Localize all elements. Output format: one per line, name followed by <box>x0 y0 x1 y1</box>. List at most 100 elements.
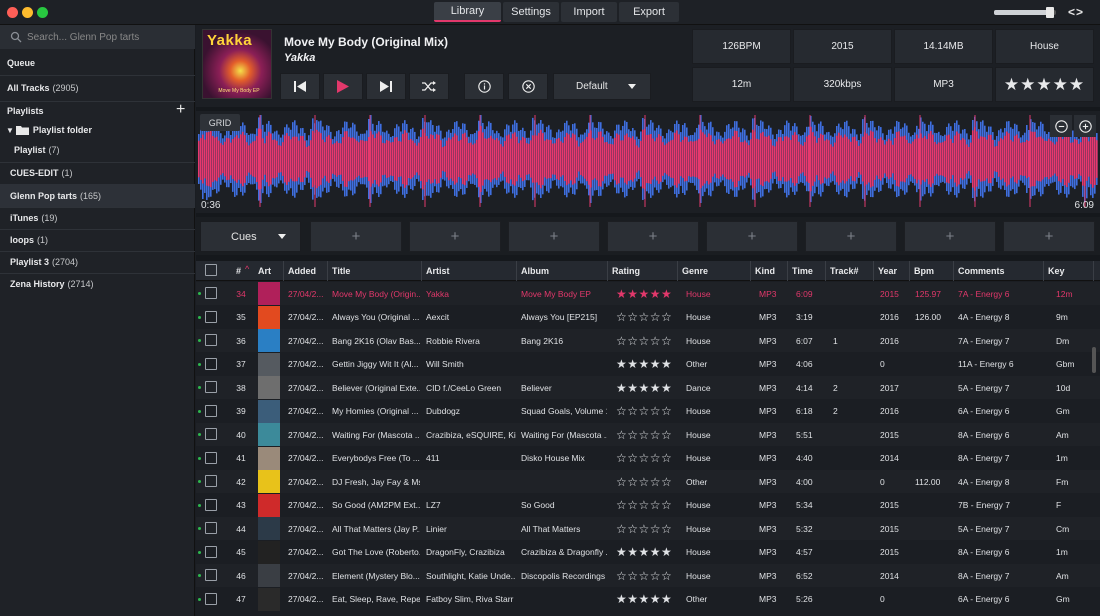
col-rating[interactable]: Rating <box>608 261 678 281</box>
zoom-in-button[interactable] <box>1074 115 1096 137</box>
col-title[interactable]: Title <box>328 261 422 281</box>
play-button[interactable] <box>323 73 363 100</box>
zoom-out-button[interactable] <box>1050 115 1072 137</box>
row-rating[interactable]: ☆☆☆☆☆ <box>616 447 678 470</box>
sidebar-folder[interactable]: ▼ Playlist folder <box>0 121 195 139</box>
col-time[interactable]: Time <box>788 261 826 281</box>
row-rating[interactable]: ★★★★★ <box>616 588 678 611</box>
scrollbar[interactable] <box>1092 347 1096 373</box>
row-rating[interactable]: ☆☆☆☆☆ <box>616 494 678 517</box>
tab-library[interactable]: Library <box>434 2 501 22</box>
row-checkbox[interactable] <box>205 428 217 440</box>
col-art[interactable]: Art <box>254 261 284 281</box>
output-select[interactable]: Default <box>553 73 651 100</box>
cue-slot-5[interactable]: + <box>706 221 798 252</box>
col-artist[interactable]: Artist <box>422 261 517 281</box>
maximize-window-button[interactable] <box>37 7 48 18</box>
cues-select[interactable]: Cues <box>200 221 301 252</box>
row-checkbox[interactable] <box>205 404 217 417</box>
row-checkbox[interactable] <box>205 498 217 511</box>
row-checkbox[interactable] <box>205 357 217 370</box>
table-row[interactable]: 35 27/04/2... Always You (Original ... Aexc… <box>196 305 1100 329</box>
row-rating[interactable]: ☆☆☆☆☆ <box>616 329 678 352</box>
next-button[interactable] <box>366 73 406 100</box>
tab-import[interactable]: Import <box>561 2 617 22</box>
row-rating[interactable]: ☆☆☆☆☆ <box>616 470 678 493</box>
col-genre[interactable]: Genre <box>678 261 751 281</box>
shuffle-button[interactable] <box>409 73 449 100</box>
col-year[interactable]: Year <box>874 261 910 281</box>
sidebar-item-zena-history[interactable]: Zena History (2714) <box>0 273 195 293</box>
cue-slot-2[interactable]: + <box>409 221 501 252</box>
volume-knob[interactable] <box>1045 7 1054 18</box>
col-comments[interactable]: Comments <box>954 261 1044 281</box>
row-checkbox[interactable] <box>205 287 217 299</box>
sidebar-item-playlist-3[interactable]: Playlist 3 (2704) <box>0 251 195 271</box>
cue-slot-8[interactable]: + <box>1003 221 1095 252</box>
table-row[interactable]: 44 27/04/2... All That Matters (Jay P... Li… <box>196 517 1100 540</box>
minimize-window-button[interactable] <box>22 7 33 18</box>
select-all-checkbox[interactable] <box>205 264 217 276</box>
sidebar-item-itunes[interactable]: iTunes (19) <box>0 207 195 227</box>
table-row[interactable]: 45 27/04/2... Got The Love (Roberto... Drag… <box>196 540 1100 564</box>
table-row[interactable]: 46 27/04/2... Element (Mystery Blo... South… <box>196 564 1100 587</box>
row-rating[interactable]: ☆☆☆☆☆ <box>616 306 678 329</box>
table-row[interactable]: 40 27/04/2... Waiting For (Mascota ... Craz… <box>196 423 1100 446</box>
row-rating[interactable]: ★★★★★ <box>616 353 678 376</box>
row-checkbox[interactable] <box>205 522 217 534</box>
previous-button[interactable] <box>280 73 320 100</box>
row-rating[interactable]: ★★★★★ <box>616 282 678 305</box>
close-window-button[interactable] <box>7 7 18 18</box>
table-row[interactable]: 34 27/04/2... Move My Body (Origin... Yakka… <box>196 282 1100 305</box>
sidebar-item-playlist[interactable]: Playlist (7) <box>0 140 195 160</box>
row-checkbox[interactable] <box>205 545 217 558</box>
row-checkbox[interactable] <box>205 310 217 323</box>
cue-slot-3[interactable]: + <box>508 221 600 252</box>
table-row[interactable]: 39 27/04/2... My Homies (Original ... Dubdo… <box>196 399 1100 423</box>
table-row[interactable]: 41 27/04/2... Everybodys Free (To ... 411 Di… <box>196 446 1100 470</box>
stat-rating[interactable]: ★★★★★ <box>995 67 1094 102</box>
volume-slider[interactable] <box>994 7 1056 18</box>
collapse-panels-icon[interactable]: <> <box>1068 5 1084 19</box>
row-checkbox[interactable] <box>205 381 217 393</box>
search-input[interactable]: Search... Glenn Pop tarts <box>27 32 139 43</box>
row-checkbox[interactable] <box>205 451 217 464</box>
cue-slot-1[interactable]: + <box>310 221 402 252</box>
sidebar-item-all-tracks[interactable]: All Tracks (2905) <box>0 78 195 98</box>
col-added[interactable]: Added <box>284 261 328 281</box>
col-key[interactable]: Key <box>1044 261 1094 281</box>
waveform[interactable] <box>196 111 1100 213</box>
info-button[interactable] <box>464 73 504 100</box>
row-rating[interactable]: ★★★★★ <box>616 541 678 564</box>
row-checkbox[interactable] <box>205 334 217 346</box>
row-checkbox[interactable] <box>205 569 217 581</box>
table-row[interactable]: 47 27/04/2... Eat, Sleep, Rave, Repe... Fat… <box>196 587 1100 611</box>
row-checkbox[interactable] <box>205 592 217 605</box>
clear-button[interactable] <box>508 73 548 100</box>
row-rating[interactable]: ☆☆☆☆☆ <box>616 564 678 587</box>
row-checkbox[interactable] <box>205 475 217 487</box>
table-row[interactable]: 36 27/04/2... Bang 2K16 (Olav Bas... Robbie… <box>196 329 1100 352</box>
cue-slot-6[interactable]: + <box>805 221 897 252</box>
cue-slot-4[interactable]: + <box>607 221 699 252</box>
col-track[interactable]: Track# <box>826 261 874 281</box>
row-rating[interactable]: ☆☆☆☆☆ <box>616 423 678 446</box>
search-box[interactable]: Search... Glenn Pop tarts <box>0 25 195 49</box>
table-row[interactable]: 42 27/04/2... DJ Fresh, Jay Fay & Ms... ☆☆☆… <box>196 470 1100 493</box>
cue-slot-7[interactable]: + <box>904 221 996 252</box>
row-rating[interactable]: ☆☆☆☆☆ <box>616 517 678 540</box>
tab-settings[interactable]: Settings <box>503 2 559 22</box>
sidebar-item-cues-edit[interactable]: CUES-EDIT (1) <box>0 162 195 182</box>
sidebar-item-glenn-pop-tarts[interactable]: Glenn Pop tarts (165) <box>0 184 195 207</box>
table-row[interactable]: 38 27/04/2... Believer (Original Exte... CI… <box>196 376 1100 399</box>
row-rating[interactable]: ☆☆☆☆☆ <box>616 400 678 423</box>
table-row[interactable]: 37 27/04/2... Gettin Jiggy Wit It (Al... Wi… <box>196 352 1100 376</box>
waveform-panel[interactable]: GRID 0:36 6:09 <box>196 111 1100 213</box>
sidebar-item-queue[interactable]: Queue <box>0 53 195 73</box>
col-bpm[interactable]: Bpm <box>910 261 954 281</box>
row-rating[interactable]: ★★★★★ <box>616 376 678 399</box>
grid-button[interactable]: GRID <box>200 114 240 131</box>
tab-export[interactable]: Export <box>619 2 679 22</box>
col-kind[interactable]: Kind <box>751 261 788 281</box>
table-row[interactable]: 43 27/04/2... So Good (AM2PM Ext... LZ7 So G… <box>196 493 1100 517</box>
